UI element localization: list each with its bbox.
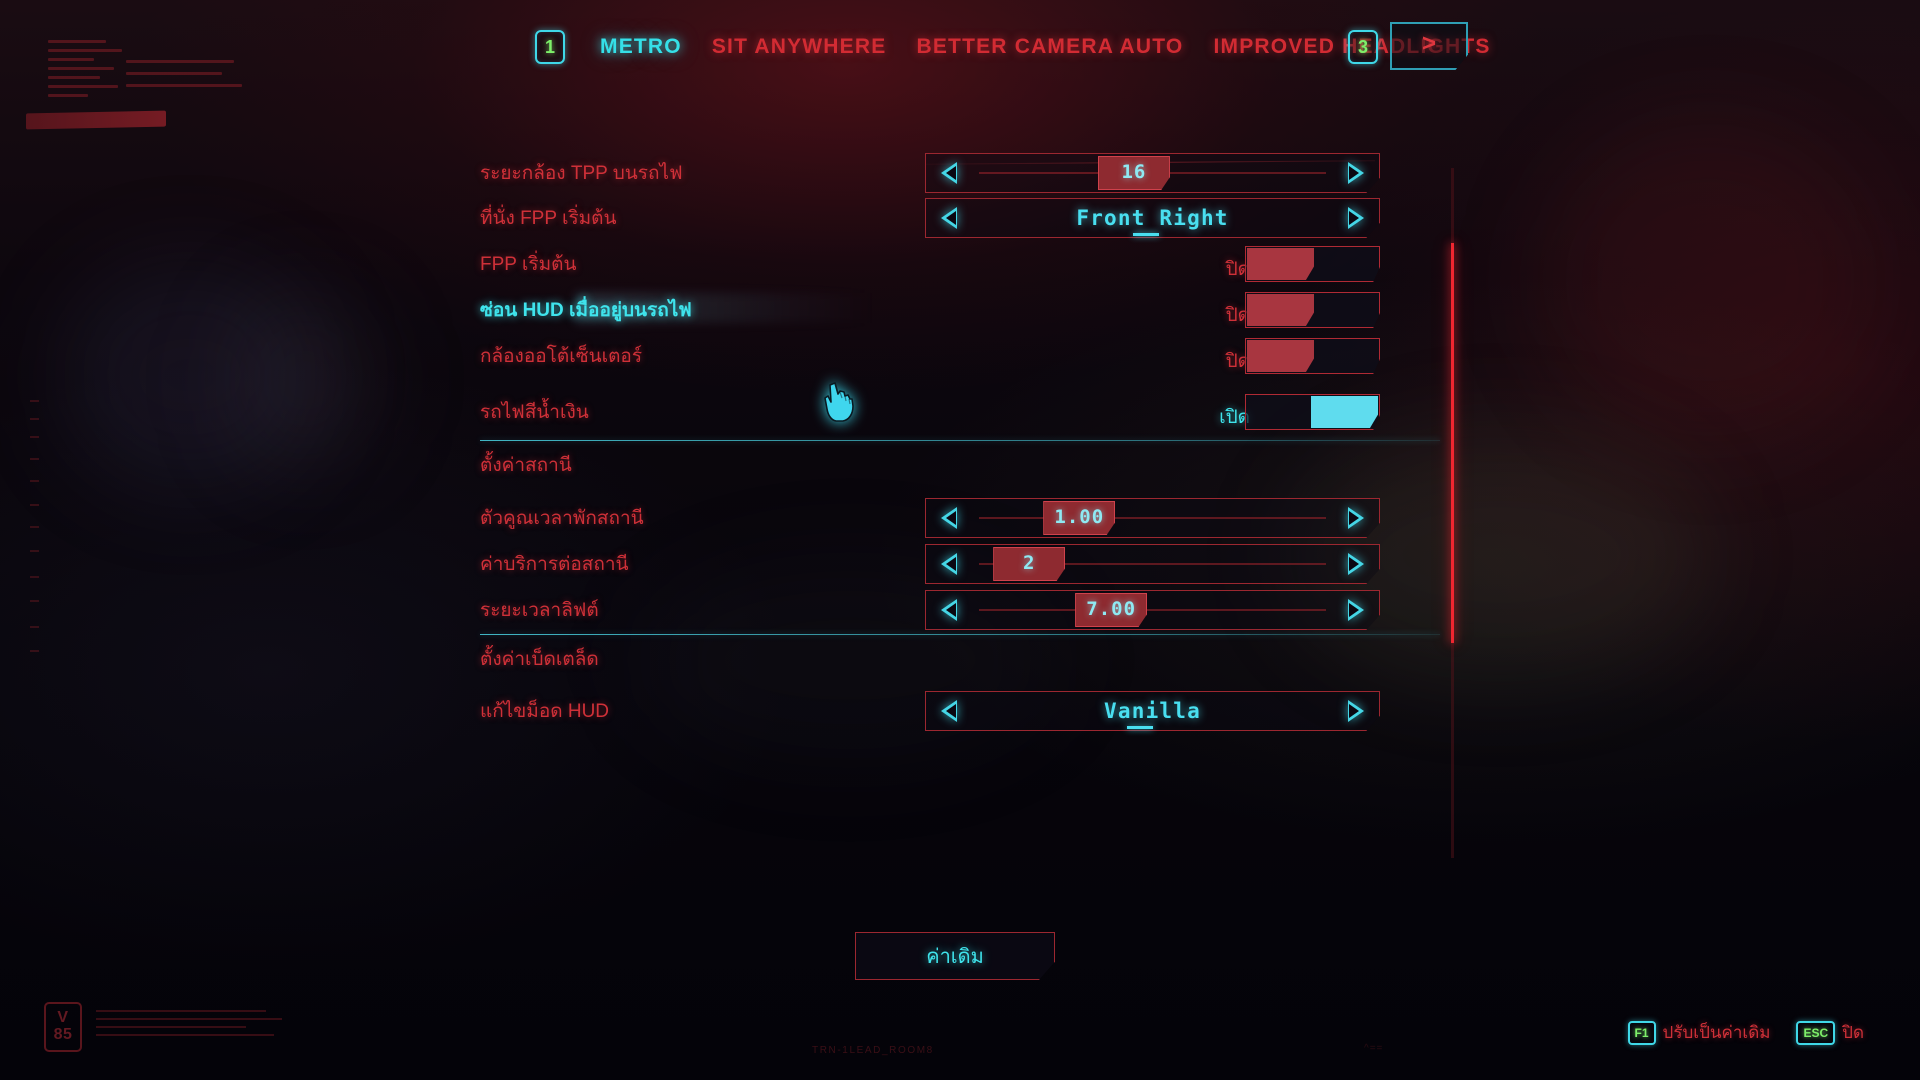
- restore-defaults-button[interactable]: ค่าเดิม: [855, 932, 1055, 980]
- next-option-arrow-icon[interactable]: [1348, 207, 1364, 229]
- toggle-knob: [1247, 294, 1314, 326]
- increment-arrow-icon[interactable]: [1348, 599, 1364, 621]
- toggle-state-label: ปิด: [1225, 351, 1250, 372]
- scrollbar-thumb[interactable]: [1451, 243, 1454, 643]
- setting-row-default-fpp: FPP เริ่มต้น ปิด: [0, 241, 1920, 287]
- slider-elevator-duration[interactable]: 7.00: [925, 590, 1380, 630]
- top-tab-bar: 1 METRO SIT ANYWHERE BETTER CAMERA AUTO …: [0, 0, 1920, 92]
- slider-station-dwell-multiplier[interactable]: 1.00: [925, 498, 1380, 538]
- setting-row-fare-per-station: ค่าบริการต่อสถานี 2: [0, 541, 1920, 587]
- slider-value: 2: [1023, 552, 1036, 574]
- section-divider: [480, 440, 1440, 441]
- scrollbar-track[interactable]: [1451, 168, 1454, 858]
- setting-label: FPP เริ่มต้น: [480, 254, 577, 275]
- toggle-blue-train[interactable]: [1245, 394, 1380, 430]
- version-badge-line1: V: [57, 1009, 69, 1027]
- decorative-bottom-right-text: ^==: [1364, 1043, 1384, 1054]
- slider-value: 16: [1121, 161, 1147, 183]
- slider-value-chip[interactable]: 16: [1097, 156, 1170, 190]
- settings-screen: 1 METRO SIT ANYWHERE BETTER CAMERA AUTO …: [0, 0, 1920, 1080]
- footer-hints: F1 ปรับเป็นค่าเดิม ESC ปิด: [1627, 1019, 1864, 1046]
- next-page-button[interactable]: >: [1390, 22, 1468, 70]
- slider-value: 7.00: [1086, 598, 1137, 620]
- setting-label: ระยะกล้อง TPP บนรถไฟ: [480, 163, 683, 184]
- restore-defaults-label: ค่าเดิม: [926, 946, 984, 968]
- setting-label: ระยะเวลาลิฟต์: [480, 600, 599, 621]
- dropdown-underline-accent: [1133, 233, 1159, 236]
- slider-track[interactable]: [979, 609, 1326, 611]
- increment-arrow-icon[interactable]: [1348, 507, 1364, 529]
- decrement-arrow-icon[interactable]: [941, 162, 957, 184]
- hint-restore-defaults[interactable]: F1 ปรับเป็นค่าเดิม: [1627, 1019, 1771, 1046]
- next-option-arrow-icon[interactable]: [1348, 700, 1364, 722]
- previous-option-arrow-icon[interactable]: [941, 207, 957, 229]
- version-badge-line2: 85: [53, 1026, 73, 1043]
- setting-row-station-dwell-multiplier: ตัวคูณเวลาพักสถานี 1.00: [0, 495, 1920, 541]
- setting-row-hud-mod-edit: แก้ไขม็อด HUD Vanilla: [0, 688, 1920, 734]
- section-title: ตั้งค่าสถานี: [480, 455, 572, 476]
- toggle-state-label: ปิด: [1225, 259, 1250, 280]
- section-divider: [480, 634, 1440, 635]
- toggle-default-fpp[interactable]: [1245, 246, 1380, 282]
- slider-value: 1.00: [1054, 506, 1105, 528]
- section-title: ตั้งค่าเบ็ดเตล็ด: [480, 649, 599, 670]
- decrement-arrow-icon[interactable]: [941, 507, 957, 529]
- dropdown-underline-accent: [1127, 726, 1153, 729]
- setting-row-hide-hud-on-train: ซ่อน HUD เมื่ออยู่บนรถไฟ ปิด: [0, 287, 1920, 333]
- setting-label: ค่าบริการต่อสถานี: [480, 554, 629, 575]
- chevron-right-icon: >: [1421, 30, 1436, 57]
- decorative-text-block: [96, 1008, 286, 1046]
- decorative-bottom-text: TRN-1LEAD_ROOM8: [812, 1045, 934, 1056]
- f1-key-badge: F1: [1627, 1020, 1656, 1045]
- toggle-knob: [1247, 340, 1314, 372]
- tab-sit-anywhere[interactable]: SIT ANYWHERE: [712, 35, 887, 59]
- settings-panel: ระยะกล้อง TPP บนรถไฟ 16 ที่นั่ง FPP เริ่…: [0, 150, 1920, 890]
- prev-page-key-label: 1: [544, 37, 555, 57]
- setting-label: ตัวคูณเวลาพักสถานี: [480, 508, 644, 529]
- dropdown-value[interactable]: Front Right: [979, 206, 1326, 230]
- prev-page-key-badge: 1: [535, 30, 565, 64]
- version-badge: V 85: [44, 1002, 82, 1052]
- tab-metro[interactable]: METRO: [600, 35, 682, 59]
- toggle-knob: [1247, 248, 1314, 280]
- setting-row-default-fpp-seat: ที่นั่ง FPP เริ่มต้น Front Right: [0, 195, 1920, 241]
- increment-arrow-icon[interactable]: [1348, 162, 1364, 184]
- increment-arrow-icon[interactable]: [1348, 553, 1364, 575]
- toggle-camera-autocenter[interactable]: [1245, 338, 1380, 374]
- slider-track[interactable]: [979, 517, 1326, 519]
- decrement-arrow-icon[interactable]: [941, 599, 957, 621]
- dropdown-default-fpp-seat[interactable]: Front Right: [925, 198, 1380, 238]
- setting-label: กล้องออโต้เซ็นเตอร์: [480, 346, 643, 367]
- setting-label: แก้ไขม็อด HUD: [480, 701, 610, 722]
- toggle-knob: [1311, 396, 1378, 428]
- slider-value-chip[interactable]: 7.00: [1075, 593, 1148, 627]
- next-page-key-label: 3: [1357, 37, 1368, 57]
- tab-better-camera-auto[interactable]: BETTER CAMERA AUTO: [916, 35, 1183, 59]
- dropdown-value[interactable]: Vanilla: [979, 699, 1326, 723]
- hint-close[interactable]: ESC ปิด: [1796, 1019, 1864, 1046]
- toggle-state-label: ปิด: [1225, 305, 1250, 326]
- previous-option-arrow-icon[interactable]: [941, 700, 957, 722]
- esc-key-badge: ESC: [1796, 1020, 1836, 1045]
- decrement-arrow-icon[interactable]: [941, 553, 957, 575]
- slider-value-chip[interactable]: 2: [993, 547, 1066, 581]
- setting-label: ที่นั่ง FPP เริ่มต้น: [480, 208, 617, 229]
- setting-row-blue-train: รถไฟสีน้ำเงิน เปิด: [0, 389, 1920, 435]
- dropdown-hud-mod-edit[interactable]: Vanilla: [925, 691, 1380, 731]
- setting-row-elevator-duration: ระยะเวลาลิฟต์ 7.00: [0, 587, 1920, 633]
- setting-label: ซ่อน HUD เมื่ออยู่บนรถไฟ: [480, 300, 692, 321]
- setting-label: รถไฟสีน้ำเงิน: [480, 402, 589, 423]
- toggle-state-label: เปิด: [1219, 407, 1250, 428]
- slider-fare-per-station[interactable]: 2: [925, 544, 1380, 584]
- slider-value-chip[interactable]: 1.00: [1043, 501, 1116, 535]
- slider-tpp-camera-distance[interactable]: 16: [925, 153, 1380, 193]
- hint-label: ปิด: [1842, 1023, 1864, 1042]
- next-page-key-badge: 3: [1348, 30, 1378, 64]
- toggle-hide-hud-on-train[interactable]: [1245, 292, 1380, 328]
- decorative-bar: [26, 110, 166, 130]
- setting-row-camera-autocenter: กล้องออโต้เซ็นเตอร์ ปิด: [0, 333, 1920, 379]
- setting-row-tpp-camera-distance: ระยะกล้อง TPP บนรถไฟ 16: [0, 150, 1920, 196]
- hint-label: ปรับเป็นค่าเดิม: [1662, 1023, 1771, 1042]
